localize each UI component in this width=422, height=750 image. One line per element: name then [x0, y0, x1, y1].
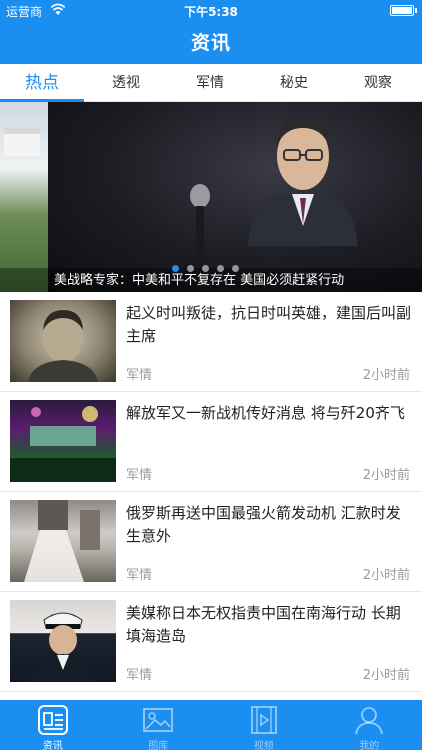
news-item[interactable]: 起义时叫叛徒，抗日时叫英雄，建国后叫副主席 军情 2小时前	[0, 292, 422, 392]
speaker-figure	[248, 118, 358, 246]
banner-carousel[interactable]: 美战略专家：中美和平不复存在 美国必须赶紧行动	[0, 102, 422, 292]
news-headline: 俄罗斯再送中国最强火箭发动机 汇款时发生意外	[126, 504, 401, 545]
status-time: 下午5:38	[184, 5, 238, 19]
tab-hot[interactable]: 热点	[0, 64, 84, 102]
gallery-icon	[143, 708, 174, 732]
top-bar: 运营商 下午5:38 资讯	[0, 0, 422, 64]
tab-label: 热点	[25, 73, 59, 93]
bottom-tab-bar: 资讯 图库 视频 我的	[0, 700, 422, 750]
news-time: 2小时前	[362, 468, 410, 483]
battery-tip	[415, 8, 417, 13]
tab-perspective[interactable]: 透视	[84, 64, 168, 102]
rocket-engine-shape	[24, 500, 100, 582]
tabbar-label: 视频	[253, 741, 274, 750]
news-headline: 美媒称日本无权指责中国在南海行动 长期填海造岛	[126, 604, 401, 645]
portrait-shape	[28, 310, 98, 382]
news-category: 军情	[126, 468, 153, 483]
news-item[interactable]: 美媒称日本无权指责中国在南海行动 长期填海造岛 军情 2小时前	[0, 592, 422, 692]
video-icon	[250, 706, 277, 734]
tabbar-label: 我的	[359, 741, 380, 750]
tabbar-video[interactable]: 视频	[211, 700, 317, 750]
news-item[interactable]: 俄罗斯再送中国最强火箭发动机 汇款时发生意外 军情 2小时前	[0, 492, 422, 592]
banner-image	[48, 102, 422, 292]
news-headline: 起义时叫叛徒，抗日时叫英雄，建国后叫副主席	[126, 304, 412, 345]
news-time: 2小时前	[362, 568, 410, 583]
building-shape	[4, 128, 40, 156]
app-screen: 运营商 下午5:38 资讯 热点 透视 军情 秘史 观察 美战略专家：中美和平不…	[0, 0, 422, 750]
page-title: 资讯	[190, 32, 231, 54]
status-bar: 运营商 下午5:38	[0, 0, 422, 20]
battery-icon	[390, 5, 414, 16]
news-icon	[37, 705, 68, 735]
news-thumbnail	[10, 600, 116, 682]
news-thumbnail	[10, 500, 116, 582]
news-category: 军情	[126, 568, 153, 583]
officer-shape	[30, 612, 96, 682]
tab-observation[interactable]: 观察	[336, 64, 420, 102]
tabbar-gallery[interactable]: 图库	[106, 700, 212, 750]
news-time: 2小时前	[362, 368, 410, 383]
tabbar-label: 图库	[148, 741, 169, 750]
tab-label: 秘史	[280, 75, 308, 91]
category-tabs: 热点 透视 军情 秘史 观察	[0, 64, 422, 102]
banner-side-image	[0, 102, 48, 292]
stage-shape	[10, 406, 116, 482]
tab-military[interactable]: 军情	[168, 64, 252, 102]
news-category: 军情	[126, 668, 153, 683]
banner-caption: 美战略专家：中美和平不复存在 美国必须赶紧行动	[54, 273, 345, 288]
news-item[interactable]: 解放军又一新战机传好消息 将与歼20齐飞 军情 2小时前	[0, 392, 422, 492]
tab-label: 透视	[112, 75, 140, 91]
microphone-shape	[190, 184, 210, 262]
tab-label: 观察	[364, 75, 392, 91]
tabbar-news[interactable]: 资讯	[0, 700, 106, 750]
news-thumbnail	[10, 400, 116, 482]
tabbar-profile[interactable]: 我的	[317, 700, 422, 750]
news-time: 2小时前	[362, 668, 410, 683]
tab-secret-history[interactable]: 秘史	[252, 64, 336, 102]
news-category: 军情	[126, 368, 153, 383]
profile-icon	[355, 707, 384, 735]
tab-label: 军情	[196, 75, 224, 91]
news-headline: 解放军又一新战机传好消息 将与歼20齐飞	[126, 404, 405, 422]
news-thumbnail	[10, 300, 116, 382]
tabbar-label: 资讯	[42, 741, 63, 750]
